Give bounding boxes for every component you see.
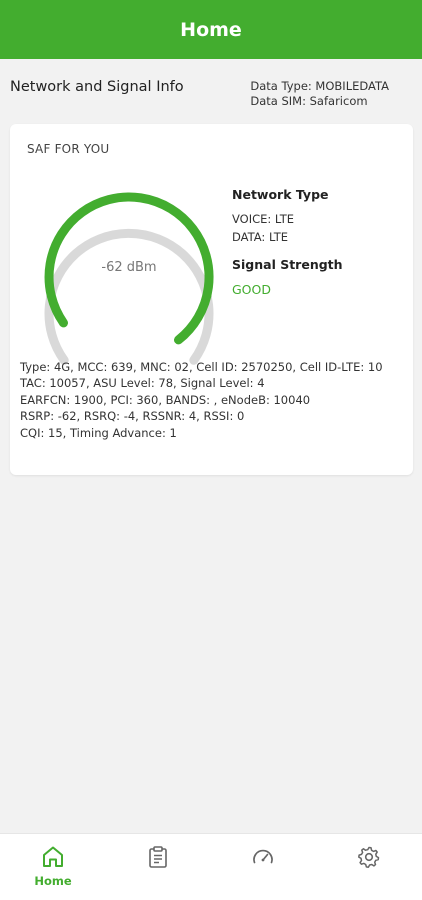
speedometer-icon [253,849,273,864]
signal-strength-value: GOOD [232,282,271,297]
gear-icon [358,846,380,868]
signal-strength-heading: Signal Strength [232,257,343,272]
data-type: DATA: LTE [232,230,289,244]
page-title: Home [180,18,242,41]
network-type-heading: Network Type [232,187,329,202]
nav-home-label: Home [34,874,72,888]
section-title: Network and Signal Info [10,79,184,95]
signal-gauge [44,192,214,365]
nav-speed[interactable] [233,844,293,896]
clipboard-icon [149,846,167,868]
bottom-nav: Home [0,833,422,900]
detail-line: RSRP: -62, RSRQ: -4, RSSNR: 4, RSSI: 0 [20,409,245,424]
voice-type: VOICE: LTE [232,212,295,226]
nav-logs[interactable] [128,844,188,896]
detail-line: TAC: 10057, ASU Level: 78, Signal Level:… [20,376,265,391]
app-bar: Home [0,0,422,59]
operator-name: SAF FOR YOU [27,142,110,156]
data-meta: Data Type: MOBILEDATA Data SIM: Safarico… [250,79,389,109]
data-sim-text: Data SIM: Safaricom [250,94,368,108]
detail-line: CQI: 15, Timing Advance: 1 [20,425,177,440]
detail-line: EARFCN: 1900, PCI: 360, BANDS: , eNodeB:… [20,392,311,407]
gauge-track [44,228,214,365]
detail-line: Type: 4G, MCC: 639, MNC: 02, Cell ID: 25… [20,360,383,374]
home-icon [43,846,63,867]
nav-settings[interactable] [339,844,399,896]
cell-details: Type: 4G, MCC: 639, MNC: 02, Cell ID: 25… [20,359,405,441]
network-info-header: Network and Signal Info Data Type: MOBIL… [0,59,422,119]
network-card: SAF FOR YOU -62 dBm Network Type VOICE: … [10,124,413,475]
nav-home[interactable]: Home [23,844,83,896]
data-type-text: Data Type: MOBILEDATA [250,79,389,93]
gauge-value: -62 dBm [101,260,157,275]
